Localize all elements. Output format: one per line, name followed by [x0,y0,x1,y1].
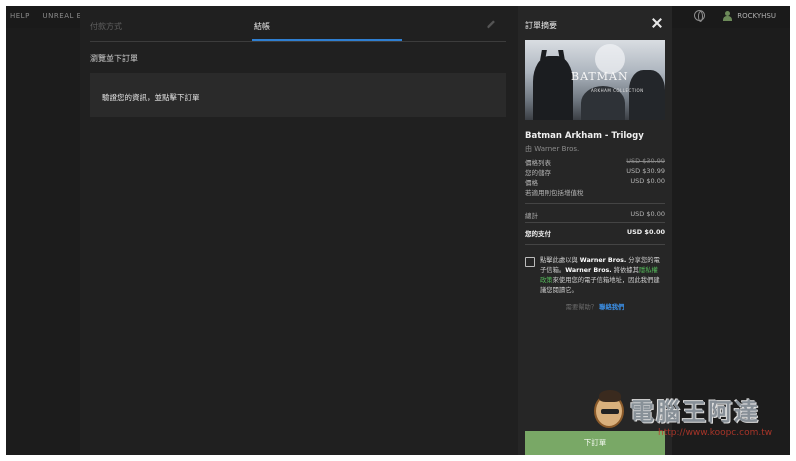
background-left [6,28,80,455]
price-row-vat: 若適用則包括增值稅 [525,187,665,197]
watermark-url: http://www.koopc.com.tw [658,428,773,438]
app-window: HELP UNREAL ENG ROCKYHSU 付款方式 結帳 瀏覽並下訂單 … [6,6,790,455]
price-row-list: 價格列表 USD $30.99 [525,157,665,167]
subtotal-value: USD $0.00 [630,210,665,218]
tools-icon [487,20,496,29]
help-line: 需要幫助？ 聯絡我們 [525,302,665,311]
game-title: Batman Arkham - Trilogy [525,131,644,141]
consent-text-1: 點擊此處以與 [540,257,580,264]
publisher: 由 Warner Bros. [525,145,580,153]
active-tab-indicator [252,39,402,41]
subtotal-row: 總計 USD $0.00 [525,210,665,220]
total-label: 您的支付 [525,230,551,238]
checkout-panel: 付款方式 結帳 瀏覽並下訂單 驗證您的資訊，並點擊下訂單 [80,6,518,455]
consent-text-3: 將依據其 [611,267,639,274]
section-title: 瀏覽並下訂單 [90,54,138,63]
review-instruction: 驗證您的資訊，並點擊下訂單 [102,93,200,102]
total-value: USD $0.00 [626,228,665,236]
price-value: USD $30.99 [626,167,665,175]
watermark: 電腦王阿達 http://www.koopc.com.tw [594,390,784,452]
cover-batman-figure [533,56,573,120]
checkout-tabs: 付款方式 結帳 [90,6,506,42]
consent-publisher-2: Warner Bros. [565,267,612,274]
price-value: USD $0.00 [630,177,665,185]
price-value: USD $30.99 [626,157,665,165]
username: ROCKYHSU [737,11,776,20]
nav-item-help[interactable]: HELP [10,12,30,20]
user-menu[interactable]: ROCKYHSU [723,10,776,21]
price-label: 若適用則包括增值稅 [525,189,584,197]
divider [525,244,665,245]
consent-text-4: 來使用您的電子信箱地址，因此我們建議您閱讀它。 [540,277,660,294]
watermark-mascot-icon [594,390,624,428]
price-label: 價格 [525,179,538,187]
divider [525,203,665,204]
tab-checkout[interactable]: 結帳 [254,21,270,32]
user-icon [723,10,733,21]
price-label: 價格列表 [525,159,551,167]
price-row-price: 價格 USD $0.00 [525,177,665,187]
game-cover-image: BATMAN ARKHAM COLLECTION [525,40,665,120]
nav-user-area: ROCKYHSU [694,10,776,22]
review-info-box: 驗證您的資訊，並點擊下訂單 [90,73,506,117]
contact-us-link[interactable]: 聯絡我們 [599,304,624,311]
price-row-savings: 您的儲存 USD $30.99 [525,167,665,177]
share-email-consent: 點擊此處以與 Warner Bros. 分享您的電子信箱。Warner Bros… [540,256,664,296]
help-text: 需要幫助？ [565,304,598,311]
close-icon[interactable] [652,18,662,28]
subtotal-label: 總計 [525,212,538,220]
total-row: 您的支付 USD $0.00 [525,228,665,238]
price-label: 您的儲存 [525,169,551,177]
share-email-checkbox[interactable] [525,257,535,267]
cover-figure-right [629,70,665,120]
consent-publisher-1: Warner Bros. [579,257,627,264]
order-summary: 訂單摘要 BATMAN ARKHAM COLLECTION Batman Ark… [518,6,672,455]
tab-payment-method[interactable]: 付款方式 [90,21,122,32]
cover-subtitle: ARKHAM COLLECTION [591,88,644,93]
cover-logo: BATMAN [571,70,629,83]
divider [525,222,665,223]
order-summary-title: 訂單摘要 [525,21,557,30]
background-right [672,28,790,455]
globe-icon[interactable] [694,10,706,22]
watermark-title: 電腦王阿達 [630,398,760,426]
